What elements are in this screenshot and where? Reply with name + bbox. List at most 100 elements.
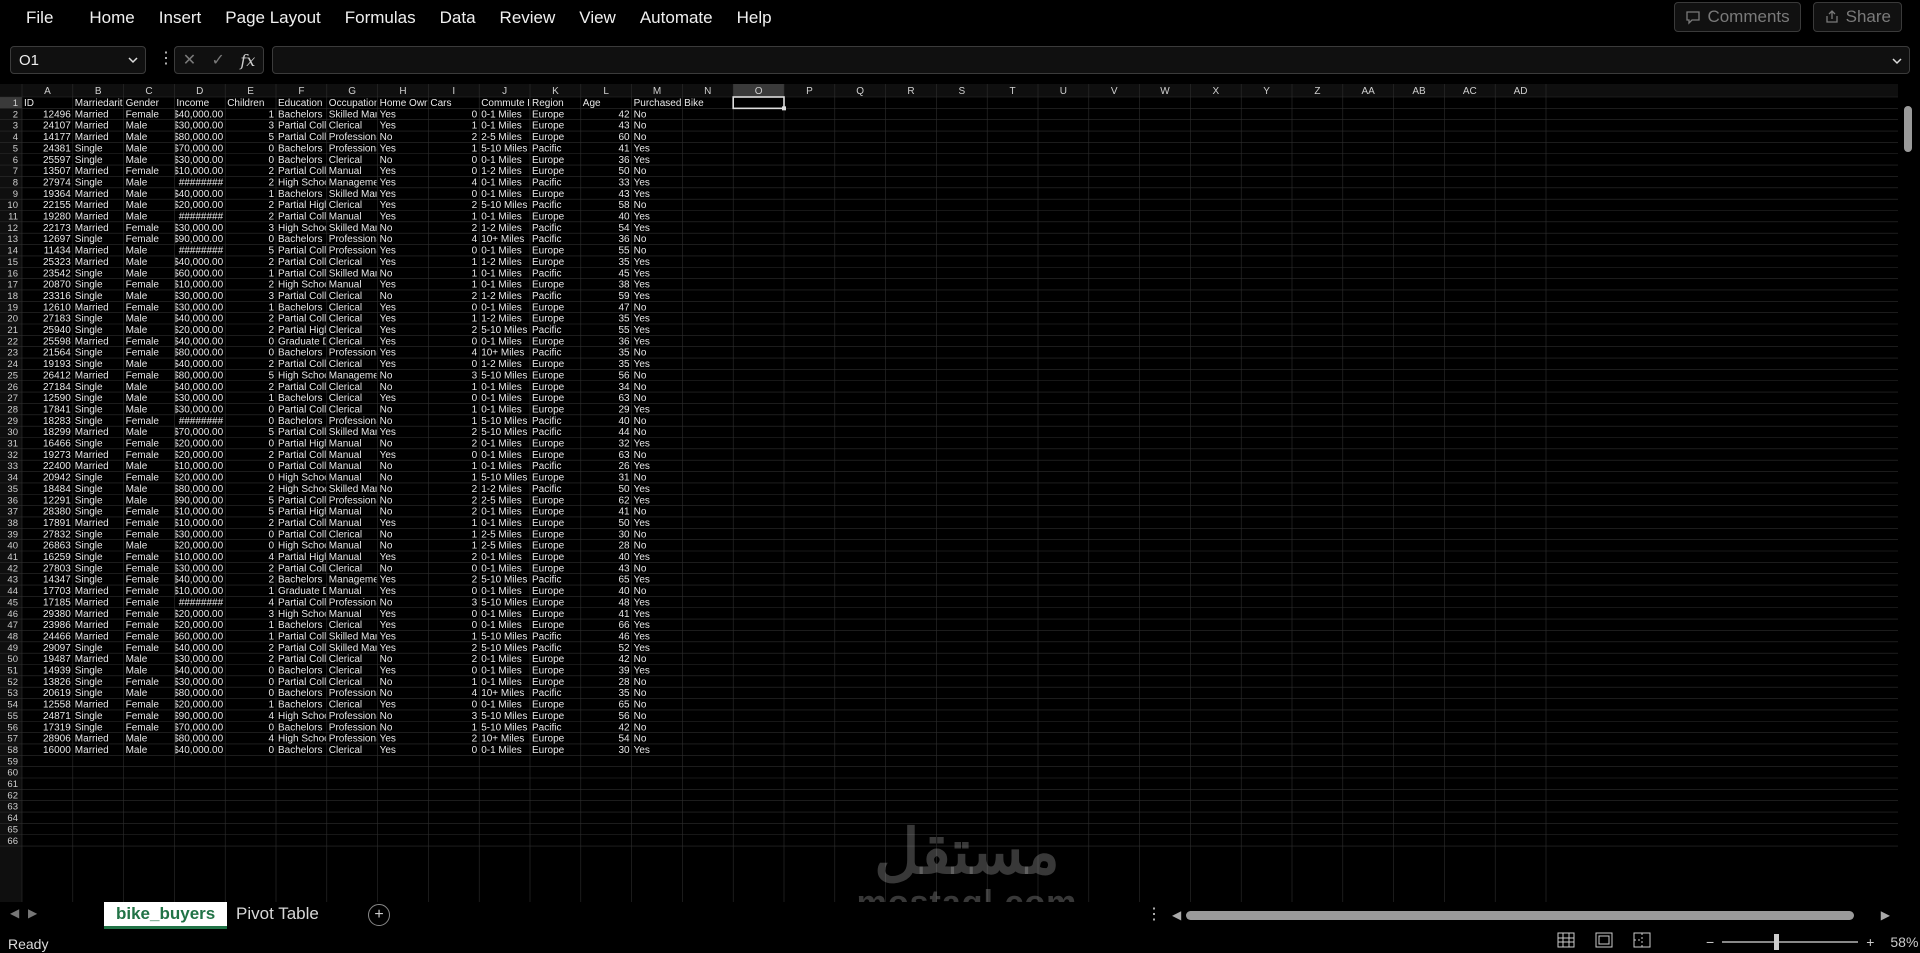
cell[interactable]: 2-5 Miles: [481, 541, 522, 552]
cell[interactable]: Europe: [532, 189, 565, 200]
column-header[interactable]: AD: [1514, 86, 1528, 97]
column-header[interactable]: B: [95, 86, 102, 97]
cell[interactable]: Europe: [532, 518, 565, 529]
cell[interactable]: 0-1 Miles: [481, 461, 522, 472]
cell[interactable]: 0-1 Miles: [481, 155, 522, 166]
cell[interactable]: 0-1 Miles: [481, 666, 522, 677]
more-sheets-icon[interactable]: ⋮: [1146, 904, 1162, 924]
cell[interactable]: Female: [126, 700, 160, 711]
cell[interactable]: Yes: [380, 643, 396, 654]
cell[interactable]: 4: [268, 552, 274, 563]
cell[interactable]: Pacific: [532, 223, 561, 234]
vertical-scrollbar[interactable]: [1898, 84, 1920, 902]
cell[interactable]: 35: [618, 314, 630, 325]
row-header[interactable]: 4: [13, 132, 18, 143]
cell[interactable]: No: [380, 132, 393, 143]
cell[interactable]: 0: [268, 688, 274, 699]
cell[interactable]: $10,000.00: [173, 507, 223, 518]
cell[interactable]: No: [634, 200, 647, 211]
row-header[interactable]: 37: [7, 507, 18, 518]
cell[interactable]: 26: [618, 461, 630, 472]
cell[interactable]: Clerical: [329, 700, 362, 711]
cell[interactable]: Europe: [532, 586, 565, 597]
cell[interactable]: 5-10 Miles: [481, 143, 527, 154]
cell[interactable]: 0: [268, 348, 274, 359]
column-header[interactable]: M: [653, 86, 661, 97]
cell[interactable]: No: [634, 393, 647, 404]
cell[interactable]: 0-1 Miles: [481, 280, 522, 291]
zoom-in-icon[interactable]: +: [1866, 934, 1874, 950]
cell[interactable]: Female: [126, 473, 160, 484]
cell[interactable]: Male: [126, 666, 148, 677]
cell[interactable]: No: [380, 416, 393, 427]
cell[interactable]: Female: [126, 722, 160, 733]
cell[interactable]: Clerical: [329, 677, 362, 688]
cell[interactable]: Male: [126, 291, 148, 302]
cell[interactable]: 1: [472, 257, 478, 268]
cell[interactable]: $40,000.00: [173, 745, 223, 756]
cell[interactable]: 56: [618, 711, 630, 722]
cell[interactable]: Pacific: [532, 234, 561, 245]
row-header[interactable]: 31: [7, 439, 18, 450]
cell[interactable]: Female: [126, 109, 160, 120]
cell[interactable]: No: [380, 722, 393, 733]
cell[interactable]: No: [380, 597, 393, 608]
cell[interactable]: Yes: [380, 552, 396, 563]
row-header[interactable]: 47: [7, 620, 18, 631]
cell[interactable]: 1: [472, 268, 478, 279]
cell[interactable]: 38: [618, 280, 630, 291]
cell[interactable]: 65: [618, 700, 630, 711]
cell[interactable]: 1-2 Miles: [481, 359, 522, 370]
cell[interactable]: 2: [268, 654, 274, 665]
cell[interactable]: 45: [618, 268, 630, 279]
cell[interactable]: 0: [472, 189, 478, 200]
cell[interactable]: No: [380, 382, 393, 393]
column-header[interactable]: AA: [1362, 86, 1376, 97]
cell[interactable]: 2: [268, 484, 274, 495]
normal-view-icon[interactable]: [1556, 931, 1576, 949]
cell[interactable]: 12610: [43, 302, 71, 313]
cell[interactable]: No: [634, 677, 647, 688]
cell[interactable]: $70,000.00: [173, 143, 223, 154]
cell[interactable]: $20,000.00: [173, 325, 223, 336]
cell[interactable]: No: [380, 654, 393, 665]
zoom-slider-knob[interactable]: [1774, 934, 1780, 950]
cell[interactable]: $90,000.00: [173, 711, 223, 722]
cell[interactable]: 5: [268, 507, 274, 518]
cell[interactable]: Clerical: [329, 200, 362, 211]
cell[interactable]: 0-1 Miles: [481, 654, 522, 665]
cell[interactable]: Clerical: [329, 314, 362, 325]
column-header[interactable]: J: [502, 86, 507, 97]
cell[interactable]: Pacific: [532, 575, 561, 586]
cell[interactable]: High School: [278, 541, 332, 552]
cell[interactable]: 0-1 Miles: [481, 609, 522, 620]
cell[interactable]: 41: [618, 609, 630, 620]
cell[interactable]: Married: [75, 597, 109, 608]
cell[interactable]: 50: [618, 166, 630, 177]
cell[interactable]: Pacific: [532, 348, 561, 359]
spreadsheet-grid[interactable]: A B C D E F G H I J K L M N O P Q R S T U V W X Y Z AA AB AC AD 1 2 3 4 5 6…: [0, 84, 1898, 902]
cell[interactable]: 18299: [43, 427, 71, 438]
cell[interactable]: 23986: [43, 620, 71, 631]
cell[interactable]: 29: [618, 404, 630, 415]
cell[interactable]: 0: [268, 745, 274, 756]
cell[interactable]: $80,000.00: [173, 348, 223, 359]
cell[interactable]: 1: [472, 212, 478, 223]
column-header[interactable]: A: [44, 86, 51, 97]
cell[interactable]: $10,000.00: [173, 586, 223, 597]
cell[interactable]: 28380: [43, 507, 71, 518]
cell[interactable]: 2: [268, 212, 274, 223]
cell[interactable]: Male: [126, 734, 148, 745]
cell[interactable]: Clerical: [329, 563, 362, 574]
cell[interactable]: Married: [75, 631, 109, 642]
cell[interactable]: 1: [268, 393, 274, 404]
cell[interactable]: Female: [126, 677, 160, 688]
cell[interactable]: 3: [268, 223, 274, 234]
cell[interactable]: $20,000.00: [173, 620, 223, 631]
cell[interactable]: Europe: [532, 382, 565, 393]
cell[interactable]: 5-10 Miles: [481, 631, 527, 642]
column-header[interactable]: T: [1010, 86, 1016, 97]
cell[interactable]: Yes: [380, 212, 396, 223]
cell[interactable]: 35: [618, 359, 630, 370]
cell[interactable]: 40: [618, 552, 630, 563]
